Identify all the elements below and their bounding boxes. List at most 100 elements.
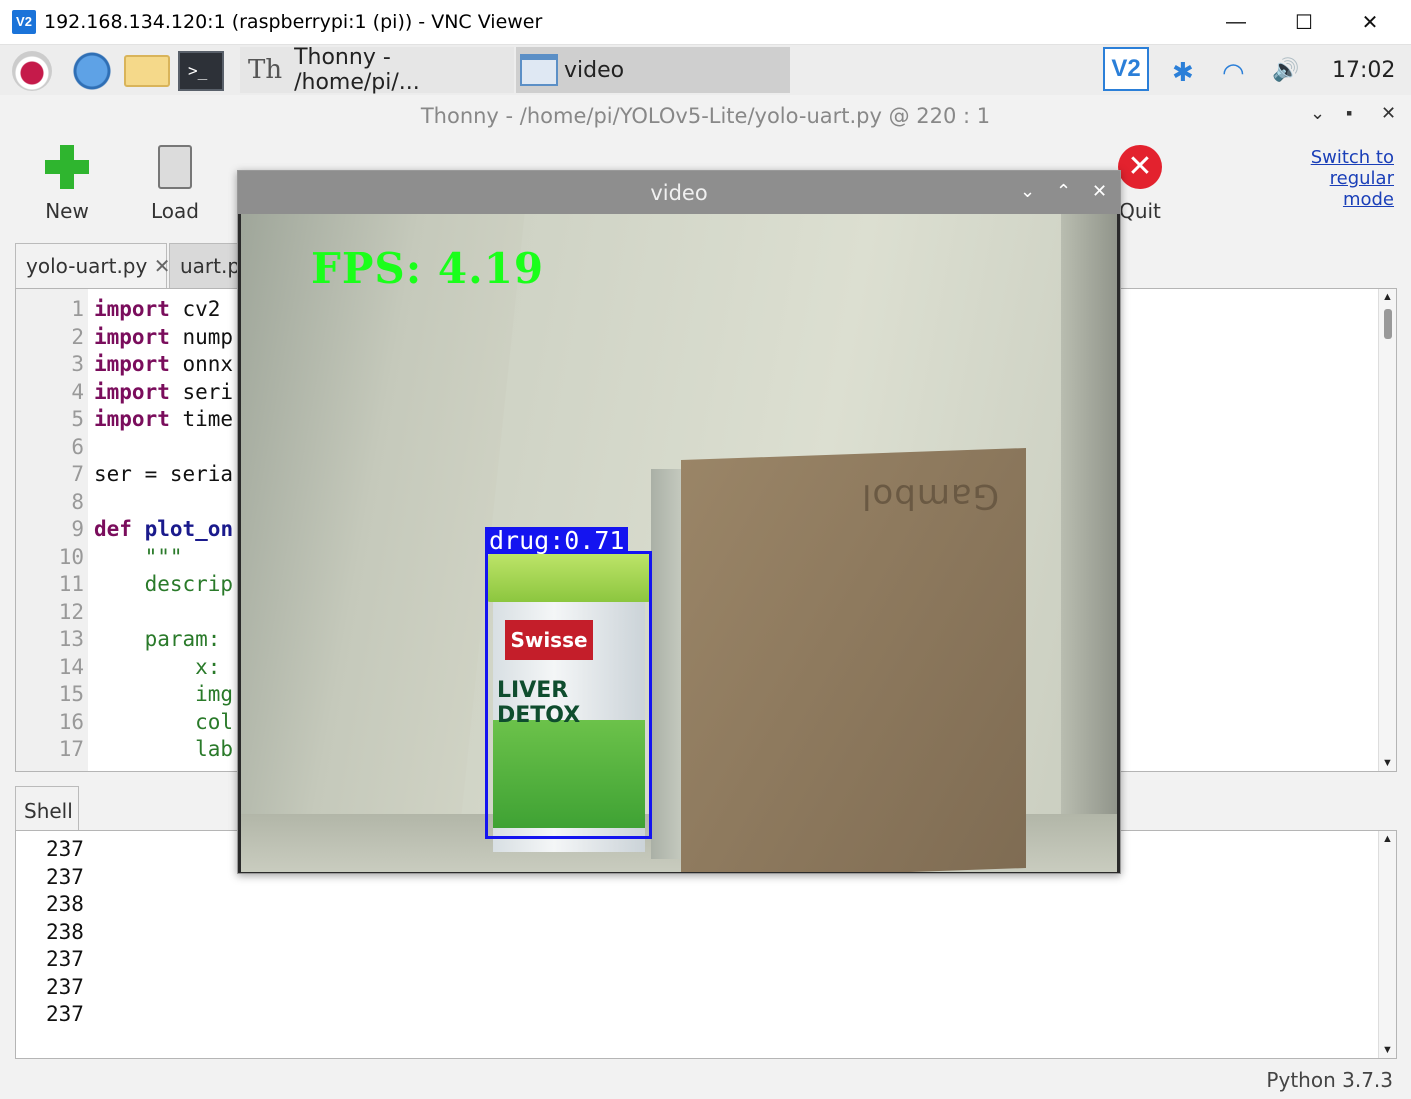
code-line: import time (94, 407, 234, 431)
vnc-titlebar: V2 192.168.134.120:1 (raspberrypi:1 (pi)… (0, 0, 1411, 45)
detection-box (485, 551, 652, 839)
restore-icon[interactable]: ▪ (1346, 103, 1352, 124)
line-number: 4 (71, 380, 84, 404)
video-window: video ⌄ ⌃ ✕ Gambol Swisse LIVER DETOX FP… (237, 170, 1121, 874)
vnc-tray-icon[interactable]: V2 (1103, 47, 1149, 91)
tab-yolo-uart[interactable]: yolo-uart.py ✕ (15, 243, 170, 289)
line-number: 13 (58, 627, 84, 651)
line-number: 17 (58, 737, 84, 761)
shell-line: 237 (46, 1002, 84, 1026)
close-button[interactable]: ✕ (1337, 0, 1403, 45)
shell-line: 237 (46, 947, 84, 971)
code-line: ser = seria (94, 462, 234, 486)
scroll-down-icon[interactable]: ▼ (1382, 757, 1393, 769)
book-spine (651, 469, 685, 859)
code-line: descrip (94, 572, 234, 596)
terminal-icon[interactable]: >_ (178, 51, 224, 91)
load-icon (158, 145, 192, 189)
board-edge (1061, 214, 1117, 872)
shell-line: 237 (46, 975, 84, 999)
raspberry-menu-icon[interactable] (12, 51, 52, 91)
line-number: 3 (71, 352, 84, 376)
quit-label: Quit (1119, 199, 1161, 223)
volume-icon[interactable]: 🔊 (1272, 57, 1299, 83)
shell-line: 237 (46, 865, 84, 889)
detection-label: drug:0.71 (485, 527, 629, 555)
book-cover-text: Gambol (861, 476, 1000, 516)
video-titlebar[interactable]: video ⌄ ⌃ ✕ (238, 171, 1120, 214)
code-line: import cv2 (94, 297, 221, 321)
line-number: 2 (71, 325, 84, 349)
window-icon (520, 54, 558, 86)
line-number: 12 (58, 600, 84, 624)
line-number: 16 (58, 710, 84, 734)
vnc-window-title: 192.168.134.120:1 (raspberrypi:1 (pi)) -… (44, 11, 543, 33)
minimize-button[interactable]: — (1203, 0, 1269, 45)
new-button[interactable]: New (32, 145, 102, 223)
code-line: col (94, 710, 234, 734)
tab-shell[interactable]: Shell (15, 786, 79, 831)
python-version-status[interactable]: Python 3.7.3 (1266, 1068, 1393, 1092)
new-label: New (45, 199, 89, 223)
camera-frame: Gambol Swisse LIVER DETOX FPS: 4.19 drug… (241, 214, 1117, 872)
taskbar: >_ Th Thonny - /home/pi/... video V2 ✱ ◠… (0, 45, 1411, 95)
taskbar-thonny-label: Thonny - /home/pi/... (294, 45, 420, 95)
line-number: 9 (71, 517, 84, 541)
line-number: 10 (58, 545, 84, 569)
collapse-icon[interactable]: ⌄ (1310, 103, 1325, 124)
wifi-icon[interactable]: ◠ (1222, 57, 1245, 88)
thonny-icon: Th (248, 55, 283, 85)
shell-line: 238 (46, 892, 84, 916)
line-number: 14 (58, 655, 84, 679)
thonny-window-title: Thonny - /home/pi/YOLOv5-Lite/yolo-uart.… (420, 104, 991, 128)
file-manager-icon[interactable] (124, 55, 170, 87)
code-line: import onnx (94, 352, 234, 376)
maximize-button[interactable]: ☐ (1271, 0, 1337, 45)
scroll-up-icon[interactable]: ▲ (1382, 833, 1393, 845)
line-number: 1 (71, 297, 84, 321)
code-line: lab (94, 737, 234, 761)
scroll-up-icon[interactable]: ▲ (1382, 291, 1393, 303)
scroll-down-icon[interactable]: ▼ (1382, 1044, 1393, 1056)
code-line: x: (94, 655, 221, 679)
browser-icon[interactable] (72, 51, 112, 91)
shell-line: 238 (46, 920, 84, 944)
code-line: param: (94, 627, 221, 651)
tab-label: yolo-uart.py (26, 254, 148, 278)
plus-icon (45, 145, 89, 189)
thonny-titlebar: Thonny - /home/pi/YOLOv5-Lite/yolo-uart.… (0, 95, 1411, 135)
bluetooth-icon[interactable]: ✱ (1172, 57, 1194, 88)
code-line: import seri (94, 380, 234, 404)
close-icon[interactable]: ✕ (1092, 181, 1107, 202)
line-number: 7 (71, 462, 84, 486)
fps-overlay: FPS: 4.19 (311, 244, 545, 293)
shell-scrollbar[interactable]: ▲ ▼ (1378, 831, 1396, 1058)
vnc-logo-icon: V2 (12, 10, 36, 34)
line-number: 6 (71, 435, 84, 459)
line-number: 11 (58, 572, 84, 596)
code-line: def plot_on (94, 517, 234, 541)
clock: 17:02 (1332, 58, 1396, 83)
switch-mode-link[interactable]: Switch to regular mode (1300, 147, 1394, 210)
collapse-icon[interactable]: ⌄ (1020, 181, 1035, 202)
close-icon[interactable]: ✕ (1381, 103, 1396, 124)
screen: V2 192.168.134.120:1 (raspberrypi:1 (pi)… (0, 0, 1411, 1099)
taskbar-video-label: video (564, 57, 625, 83)
taskbar-thonny-button[interactable]: Th Thonny - /home/pi/... (240, 45, 514, 95)
maximize-icon[interactable]: ⌃ (1056, 181, 1071, 202)
quit-icon: ✕ (1118, 145, 1162, 189)
taskbar-video-button[interactable]: video (516, 47, 790, 93)
code-line: img (94, 682, 234, 706)
line-number: 15 (58, 682, 84, 706)
code-line: """ (94, 545, 183, 569)
tab-close-icon[interactable]: ✕ (154, 254, 171, 278)
load-button[interactable]: Load (140, 145, 210, 223)
scrollbar-thumb[interactable] (1384, 309, 1392, 339)
code-line: import nump (94, 325, 234, 349)
video-window-title: video (650, 181, 708, 205)
line-number-gutter: 1 2 3 4 5 6 7 8 9 10 11 12 13 14 15 16 1… (16, 289, 88, 771)
editor-scrollbar[interactable]: ▲ ▼ (1378, 289, 1396, 771)
load-label: Load (151, 199, 199, 223)
shell-line: 237 (46, 837, 84, 861)
line-number: 5 (71, 407, 84, 431)
